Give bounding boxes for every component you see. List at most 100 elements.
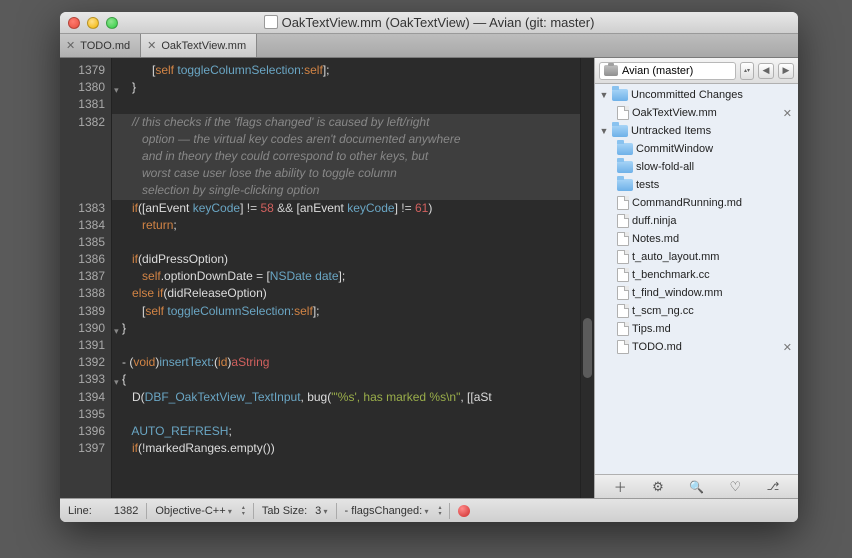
line-number[interactable] xyxy=(60,148,105,165)
nav-back-button[interactable]: ◀ xyxy=(758,63,774,79)
record-macro-button[interactable] xyxy=(458,505,470,517)
tab-oaktextview-mm[interactable]: ✕OakTextView.mm xyxy=(141,34,257,57)
code-line[interactable]: self.optionDownDate = [NSDate date]; xyxy=(122,268,580,285)
line-number[interactable]: 1394 xyxy=(60,389,105,406)
line-number[interactable]: 1397 xyxy=(60,440,105,457)
nav-forward-button[interactable]: ▶ xyxy=(778,63,794,79)
line-number[interactable]: 1392 xyxy=(60,354,105,371)
line-number[interactable]: 1382 xyxy=(114,505,138,517)
tree-item[interactable]: CommandRunning.md xyxy=(595,194,798,212)
code-line[interactable]: else if(didReleaseOption) xyxy=(122,285,580,302)
code-line[interactable]: and in theory they could correspond to o… xyxy=(112,148,580,165)
code-view[interactable]: [self toggleColumnSelection:self]; } // … xyxy=(112,58,580,498)
code-line[interactable] xyxy=(122,234,580,251)
tree-item[interactable]: CommitWindow xyxy=(595,140,798,158)
tree-item[interactable]: t_scm_ng.cc xyxy=(595,302,798,320)
line-number[interactable]: 1390 xyxy=(60,320,105,337)
code-line[interactable] xyxy=(122,337,580,354)
code-line[interactable]: { xyxy=(122,371,580,388)
history-stepper[interactable]: ▴▾ xyxy=(740,62,754,80)
tab-todo-md[interactable]: ✕ TODO.md xyxy=(60,34,141,57)
file-icon xyxy=(617,340,629,354)
add-button[interactable]: ＋ xyxy=(614,477,627,496)
code-line[interactable]: [self toggleColumnSelection:self]; xyxy=(122,303,580,320)
code-line[interactable]: AUTO_REFRESH; xyxy=(122,423,580,440)
line-number[interactable] xyxy=(60,182,105,199)
tab-label: TODO.md xyxy=(80,40,130,52)
line-number[interactable]: 1380 xyxy=(60,79,105,96)
sidebar-header: Avian (master) ▴▾ ◀ ▶ xyxy=(595,58,798,84)
project-name: Avian (master) xyxy=(622,65,693,77)
close-item-icon[interactable]: ✕ xyxy=(783,341,792,354)
folder-icon xyxy=(617,161,633,173)
line-number[interactable]: 1381 xyxy=(60,96,105,113)
line-number[interactable]: 1384 xyxy=(60,217,105,234)
close-tab-icon[interactable]: ✕ xyxy=(147,39,156,52)
close-item-icon[interactable]: ✕ xyxy=(783,107,792,120)
code-line[interactable] xyxy=(122,406,580,423)
tree-item[interactable]: Tips.md xyxy=(595,320,798,338)
tree-group[interactable]: ▼Uncommitted Changes xyxy=(595,86,798,104)
line-number[interactable]: 1391 xyxy=(60,337,105,354)
tree-item[interactable]: slow-fold-all xyxy=(595,158,798,176)
close-window-button[interactable] xyxy=(68,17,80,29)
project-popup[interactable]: Avian (master) xyxy=(599,62,736,80)
code-line[interactable]: D(DBF_OakTextView_TextInput, bug("'%s', … xyxy=(122,389,580,406)
language-selector[interactable]: Objective-C++ xyxy=(155,505,232,517)
tree-item[interactable]: duff.ninja xyxy=(595,212,798,230)
code-line[interactable]: // this checks if the 'flags changed' is… xyxy=(112,114,580,131)
traffic-lights xyxy=(68,17,118,29)
disclosure-triangle-icon[interactable]: ▼ xyxy=(599,90,609,100)
line-number[interactable]: 1389 xyxy=(60,303,105,320)
line-number[interactable] xyxy=(60,131,105,148)
tree-item[interactable]: Notes.md xyxy=(595,230,798,248)
code-line[interactable]: option — the virtual key codes aren't do… xyxy=(112,131,580,148)
close-tab-icon[interactable]: ✕ xyxy=(66,39,75,52)
status-bar: Line: 1382 Objective-C++ ▴▾ Tab Size: 3 … xyxy=(60,498,798,522)
line-number[interactable]: 1388 xyxy=(60,285,105,302)
code-line[interactable]: - (void)insertText:(id)aString xyxy=(122,354,580,371)
code-line[interactable]: if(!markedRanges.empty()) xyxy=(122,440,580,457)
tab-size-selector[interactable]: 3 xyxy=(315,505,327,517)
line-number[interactable]: 1383 xyxy=(60,200,105,217)
tree-item[interactable]: t_benchmark.cc xyxy=(595,266,798,284)
tree-item[interactable]: t_find_window.mm xyxy=(595,284,798,302)
line-number[interactable]: 1395 xyxy=(60,406,105,423)
symbol-selector[interactable]: - flagsChanged: xyxy=(345,505,429,517)
line-number[interactable] xyxy=(60,165,105,182)
line-number[interactable]: 1382 xyxy=(60,114,105,131)
favorites-button[interactable]: ♡ xyxy=(730,479,742,495)
scrollbar-thumb[interactable] xyxy=(583,318,592,378)
minimize-window-button[interactable] xyxy=(87,17,99,29)
search-button[interactable]: 🔍 xyxy=(689,480,704,494)
zoom-window-button[interactable] xyxy=(106,17,118,29)
code-line[interactable] xyxy=(122,96,580,113)
code-line[interactable]: selection by single-clicking option xyxy=(112,182,580,199)
code-line[interactable]: } xyxy=(122,320,580,337)
code-line[interactable]: [self toggleColumnSelection:self]; xyxy=(122,62,580,79)
line-number[interactable]: 1387 xyxy=(60,268,105,285)
tree-item[interactable]: t_auto_layout.mm xyxy=(595,248,798,266)
line-number[interactable]: 1386 xyxy=(60,251,105,268)
file-tree[interactable]: ▼Uncommitted ChangesOakTextView.mm✕ ▼ Untr… xyxy=(595,84,798,474)
line-number-gutter[interactable]: 1379138013811382 138313841385138613871388… xyxy=(60,58,112,498)
code-line[interactable]: if([anEvent keyCode] != 58 && [anEvent k… xyxy=(122,200,580,217)
scm-button[interactable]: ⎇ xyxy=(767,480,780,493)
titlebar[interactable]: OakTextView.mm (OakTextView) — Avian (gi… xyxy=(60,12,798,34)
tree-item[interactable]: TODO.md✕ xyxy=(595,338,798,356)
code-line[interactable]: if(didPressOption) xyxy=(122,251,580,268)
tree-group[interactable]: ▼ Untracked Items xyxy=(595,122,798,140)
code-line[interactable]: return; xyxy=(122,217,580,234)
line-number[interactable]: 1393 xyxy=(60,371,105,388)
tree-item[interactable]: OakTextView.mm✕ xyxy=(595,104,798,122)
group-label: Untracked Items xyxy=(631,125,794,137)
disclosure-triangle-icon[interactable]: ▼ xyxy=(599,126,609,136)
actions-button[interactable]: ⚙ xyxy=(652,479,664,495)
line-number[interactable]: 1385 xyxy=(60,234,105,251)
code-line[interactable]: } xyxy=(122,79,580,96)
line-number[interactable]: 1379 xyxy=(60,62,105,79)
code-line[interactable]: worst case user lose the ability to togg… xyxy=(112,165,580,182)
line-number[interactable]: 1396 xyxy=(60,423,105,440)
tree-item[interactable]: tests xyxy=(595,176,798,194)
vertical-scrollbar[interactable] xyxy=(580,58,594,498)
